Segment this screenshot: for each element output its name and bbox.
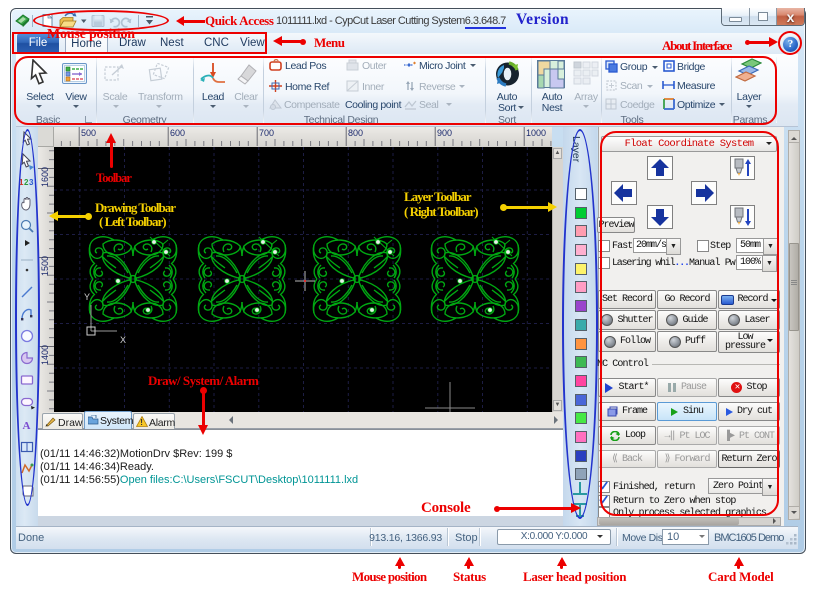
svg-text:Y: Y: [84, 292, 90, 302]
svg-text:1600: 1600: [40, 167, 50, 187]
svg-text:!: !: [140, 418, 143, 427]
svg-text:600: 600: [170, 128, 185, 138]
svg-text:1500: 1500: [40, 256, 50, 276]
svg-text:500: 500: [81, 128, 96, 138]
svg-text:1000: 1000: [526, 128, 546, 138]
svg-text:800: 800: [348, 128, 363, 138]
svg-text:700: 700: [259, 128, 274, 138]
svg-text:X: X: [120, 335, 126, 345]
svg-text:900: 900: [437, 128, 452, 138]
svg-text:1400: 1400: [40, 345, 50, 365]
